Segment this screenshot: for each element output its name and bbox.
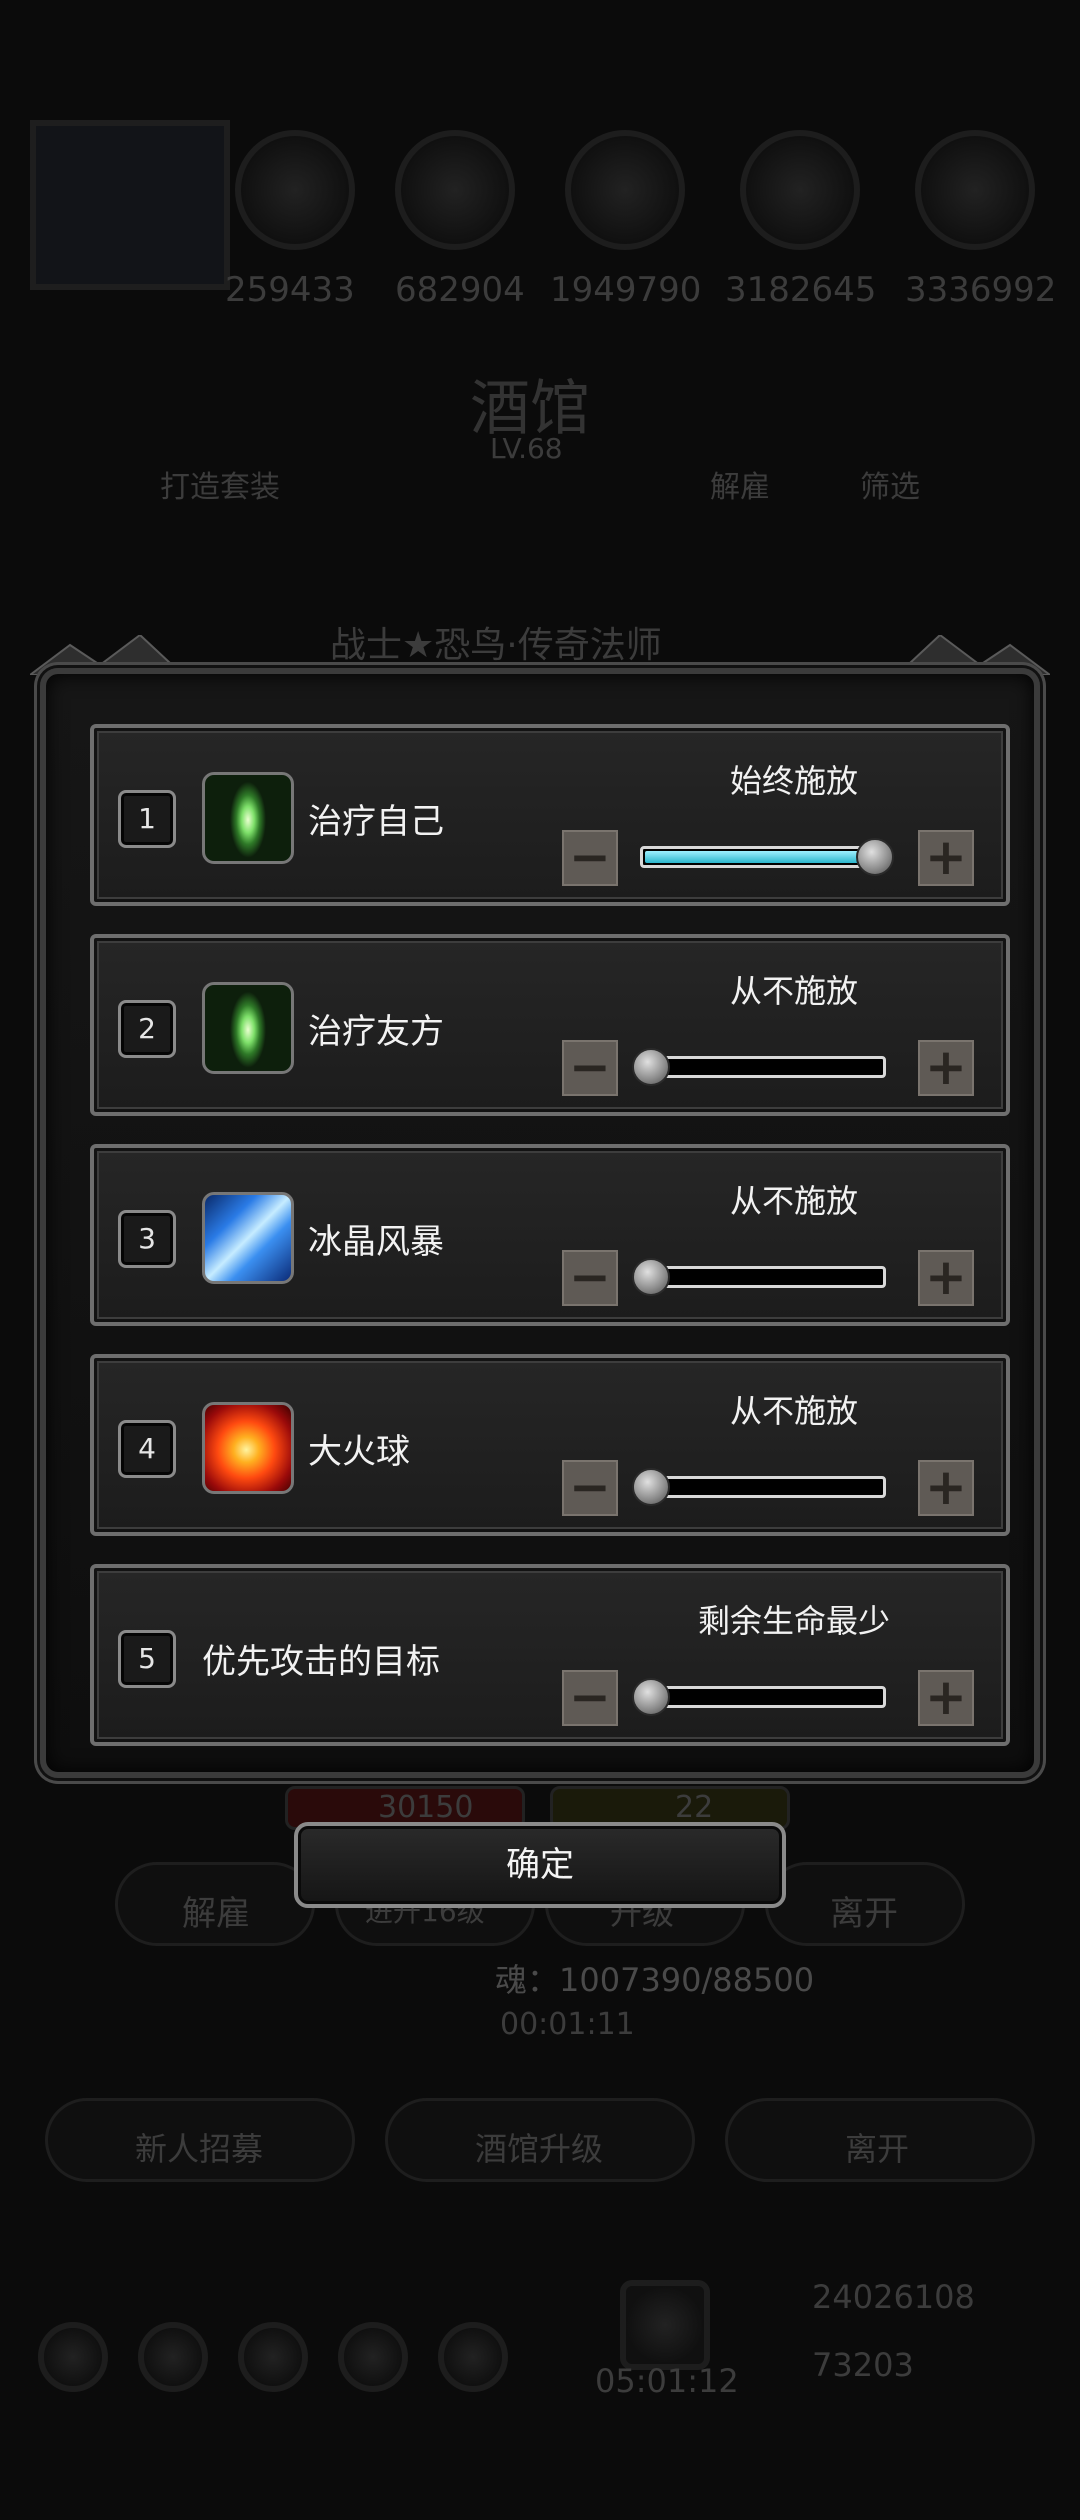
skill-name: 冰晶风暴 [308,1222,444,1262]
skill-row-1: 1 治疗自己 始终施放 − + [90,724,1010,906]
hero-power-4: 3182645 [725,270,877,310]
hero-power-1: 259433 [225,270,355,310]
slider-knob[interactable] [632,1468,670,1506]
target-priority-row: 5 优先攻击的目标 剩余生命最少 − + [90,1564,1010,1746]
hero-portrait-main [30,120,230,290]
target-mode-slider[interactable] [640,1686,886,1708]
nav-icon-2 [138,2322,208,2392]
ice-storm-skill-icon [202,1192,294,1284]
bg-leave-label: 离开 [830,1894,898,1934]
skill-slot-number: 2 [118,1000,176,1058]
decrease-button[interactable]: − [562,1040,618,1096]
skill-name: 大火球 [308,1432,410,1472]
increase-button[interactable]: + [918,1040,974,1096]
heal-skill-icon [202,982,294,1074]
skill-slot-number: 5 [118,1630,176,1688]
cast-mode-slider[interactable] [640,846,886,868]
skill-name: 治疗自己 [308,802,444,842]
hero-slot-3 [565,130,685,250]
confirm-button[interactable]: 确定 [294,1822,786,1908]
cast-mode-slider[interactable] [640,1476,886,1498]
increase-button[interactable]: + [918,830,974,886]
craft-set-tab: 打造套装 [160,470,280,505]
bg-tavern-upgrade-label: 酒馆升级 [475,2130,604,2168]
skill-row-4: 4 大火球 从不施放 − + [90,1354,1010,1536]
hero-slot-4 [740,130,860,250]
increase-button[interactable]: + [918,1670,974,1726]
slider-fill [645,851,881,863]
cast-mode-label: 从不施放 [729,1392,858,1430]
hero-power-2: 682904 [395,270,525,310]
hero-slot-2 [395,130,515,250]
decrease-button[interactable]: − [562,1460,618,1516]
cast-mode-slider[interactable] [640,1056,886,1078]
nav-icon-5 [438,2322,508,2392]
gift-icon [620,2280,710,2370]
skill-name: 治疗友方 [308,1012,444,1052]
decrease-button[interactable]: − [562,830,618,886]
hero-power-5: 3336992 [905,270,1057,310]
target-mode-label: 剩余生命最少 [697,1602,890,1640]
hero-power-3: 1949790 [550,270,702,310]
cast-mode-label: 从不施放 [729,972,858,1010]
target-priority-label: 优先攻击的目标 [202,1642,440,1682]
cast-mode-slider[interactable] [640,1266,886,1288]
decrease-button[interactable]: − [562,1670,618,1726]
skill-settings-dialog: 1 治疗自己 始终施放 − + 2 治疗友方 从不施放 − + 3 冰晶风暴 从… [40,668,1040,1778]
slider-knob[interactable] [632,1048,670,1086]
slider-knob[interactable] [856,838,894,876]
slider-knob[interactable] [632,1258,670,1296]
skill-slot-number: 3 [118,1210,176,1268]
soul-count: 魂：1007390/88500 [495,1961,815,1999]
heal-skill-icon [202,772,294,864]
dismiss-tab: 解雇 [710,470,770,505]
gold-amount: 24026108 [812,2278,975,2316]
hp-value: 30150 [378,1790,474,1825]
cast-mode-label: 从不施放 [729,1182,858,1220]
tavern-level: LV.68 [490,432,563,465]
skill-row-3: 3 冰晶风暴 从不施放 − + [90,1144,1010,1326]
decrease-button[interactable]: − [562,1250,618,1306]
filter-tab: 筛选 [860,470,920,505]
gift-timer: 05:01:12 [595,2362,739,2400]
nav-icon-4 [338,2322,408,2392]
fireball-skill-icon [202,1402,294,1494]
gem-amount: 73203 [812,2346,914,2384]
increase-button[interactable]: + [918,1250,974,1306]
increase-button[interactable]: + [918,1460,974,1516]
skill-slot-number: 1 [118,790,176,848]
skill-row-2: 2 治疗友方 从不施放 − + [90,934,1010,1116]
slider-knob[interactable] [632,1678,670,1716]
bg-timer: 00:01:11 [500,2007,635,2042]
nav-icon-1 [38,2322,108,2392]
nav-icon-3 [238,2322,308,2392]
hero-slot-1 [235,130,355,250]
bg-dismiss-label: 解雇 [182,1894,250,1934]
hero-slot-5 [915,130,1035,250]
cast-mode-label: 始终施放 [729,762,858,800]
skill-slot-number: 4 [118,1420,176,1478]
bg-recruit-label: 新人招募 [135,2130,264,2168]
bg-leave2-label: 离开 [845,2130,910,2168]
energy-value: 22 [675,1790,714,1825]
